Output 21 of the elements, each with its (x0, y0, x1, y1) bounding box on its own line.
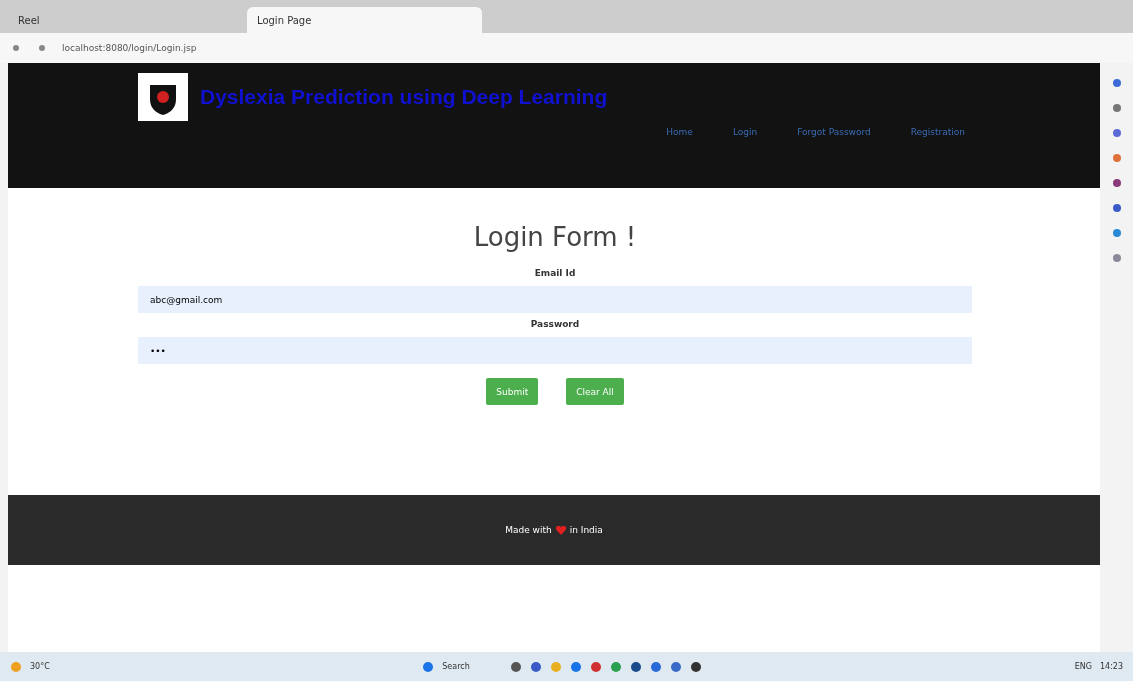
taskbar-search[interactable]: Search (442, 662, 503, 671)
browser-tab[interactable]: Login Page (247, 7, 482, 33)
input-field[interactable]: ••• (138, 337, 972, 364)
form-title: Login Form ! (473, 222, 637, 252)
nav-link[interactable]: Home (666, 127, 693, 137)
input-field[interactable]: abc@gmail.com (138, 286, 972, 313)
site-title: Dyslexia Prediction using Deep Learning (200, 85, 608, 109)
browser-tab[interactable]: Reel (8, 7, 243, 33)
field-label: Password (530, 319, 580, 329)
clock-text: 14:23 (1099, 662, 1123, 671)
language-text: ENG (1074, 662, 1092, 671)
logo-icon (138, 73, 188, 121)
footer-text: Made with (505, 525, 552, 535)
heart-icon (555, 525, 566, 535)
url-field[interactable]: localhost:8080/login/Login.jsp (62, 43, 197, 53)
footer-text: in India (569, 525, 603, 535)
field-label: Email Id (534, 268, 576, 278)
nav-link[interactable]: Login (732, 127, 758, 137)
nav-link[interactable]: Forgot Password (797, 127, 871, 137)
weather-text: 30°C (30, 662, 50, 671)
nav-link[interactable]: Registration (910, 127, 965, 137)
